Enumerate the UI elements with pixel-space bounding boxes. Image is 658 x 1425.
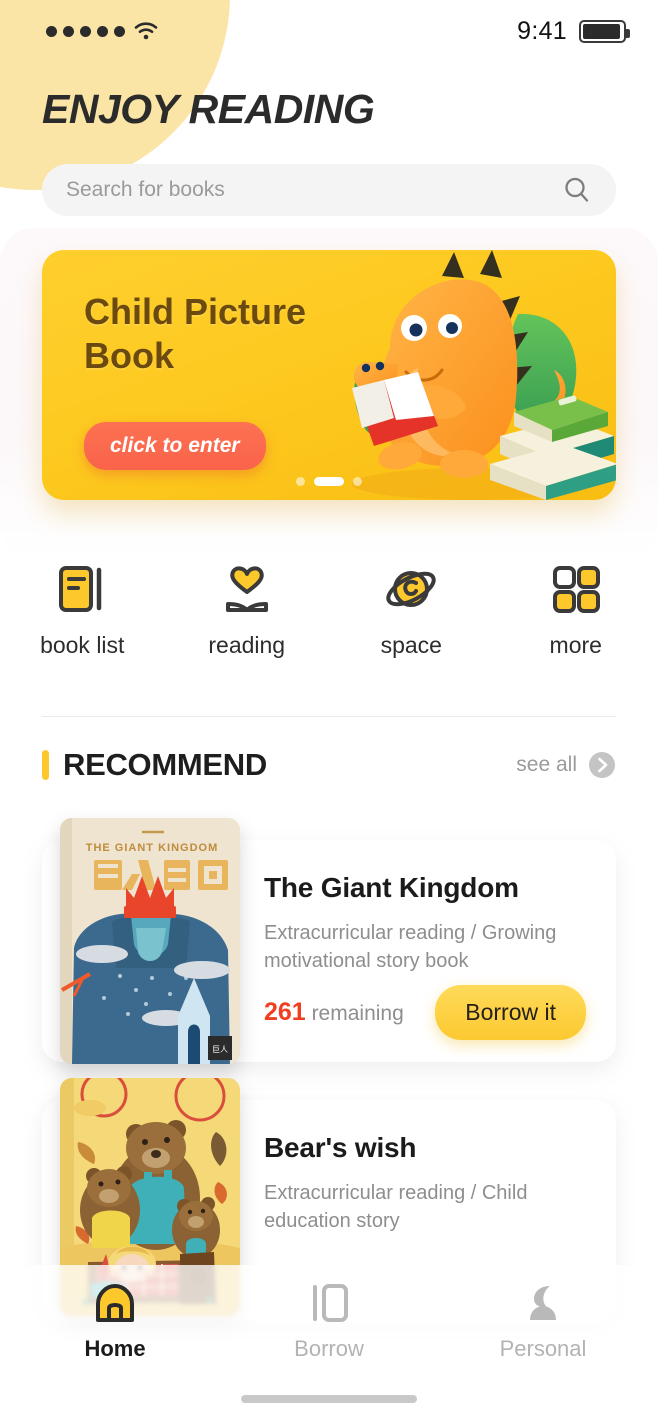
category-label: more [549,632,602,658]
category-label: book list [40,632,125,658]
tab-personal[interactable]: Personal [436,1265,650,1377]
app-screen: 9:41 ENJOY READING Child Picture Book cl… [0,0,658,1425]
home-indicator [241,1395,417,1403]
giant-kingdom-cover: THE GIANT KINGDOM 巨人 [60,818,240,1064]
book-icon [53,560,111,618]
bottom-tab-bar: Home Borrow Personal [8,1265,650,1377]
category-book-list[interactable]: book list [0,560,165,659]
svg-text:THE GIANT KINGDOM: THE GIANT KINGDOM [86,842,219,854]
status-bar-clock: 9:41 [517,16,567,45]
book-card-footer: 261 remaining Borrow it [264,985,586,1040]
svg-text:巨人: 巨人 [212,1045,228,1054]
tab-label: Personal [499,1336,587,1361]
category-reading[interactable]: reading [165,560,330,659]
status-bar-right: 9:41 [517,16,630,46]
remaining-status: 261 remaining [264,998,404,1027]
dinosaur-reading-illustration [322,250,616,500]
tab-borrow[interactable]: Borrow [222,1265,436,1377]
wifi-icon [134,22,158,40]
remaining-count: 261 [264,998,306,1026]
banner-carousel-indicators[interactable] [296,477,362,486]
recommend-title-group: RECOMMEND [42,747,267,783]
carousel-dot[interactable] [353,477,362,486]
category-more[interactable]: more [494,560,658,659]
chevron-right-circle-icon[interactable] [588,751,616,779]
category-row: book list reading space more [0,560,658,659]
search-icon[interactable] [562,175,592,205]
remaining-label: remaining [311,1002,404,1025]
carousel-dot[interactable] [296,477,305,486]
search-input[interactable] [66,178,562,202]
search-bar[interactable] [42,164,616,216]
status-bar: 9:41 [0,0,658,62]
battery-icon [579,19,630,43]
book-subtitle: Extracurricular reading / Growing motiva… [264,922,557,972]
status-bar-left [46,22,158,40]
book-subtitle: Extracurricular reading / Child educatio… [264,1182,528,1232]
borrow-button[interactable]: Borrow it [435,985,586,1040]
recommend-section-header: RECOMMEND see all [42,742,616,788]
category-label: reading [208,632,286,658]
see-all-button[interactable]: see all [516,751,616,779]
section-divider [42,716,616,717]
banner-cta-button[interactable]: click to enter [84,422,266,470]
signal-dots-icon [46,25,125,37]
carousel-dot-active[interactable] [314,477,344,486]
book-title: Bear's wish [264,1132,417,1163]
category-label: space [380,632,442,658]
tab-label: Borrow [294,1336,364,1361]
person-icon [520,1280,566,1326]
section-accent-bar [42,750,49,780]
section-title: RECOMMEND [63,747,267,782]
grid-icon [547,560,605,618]
book-open-icon [306,1280,352,1326]
see-all-label: see all [516,753,577,776]
page-title: ENJOY READING [42,86,375,132]
heart-book-icon [218,560,276,618]
book-title: The Giant Kingdom [264,872,519,903]
tab-home[interactable]: Home [8,1265,222,1377]
tab-label: Home [84,1336,146,1361]
category-space[interactable]: space [329,560,494,659]
home-icon [92,1280,138,1326]
planet-icon [382,560,440,618]
book-card[interactable]: THE GIANT KINGDOM 巨人 The Giant Kingdom E… [42,818,616,1064]
promo-banner[interactable]: Child Picture Book click to enter [42,250,616,500]
